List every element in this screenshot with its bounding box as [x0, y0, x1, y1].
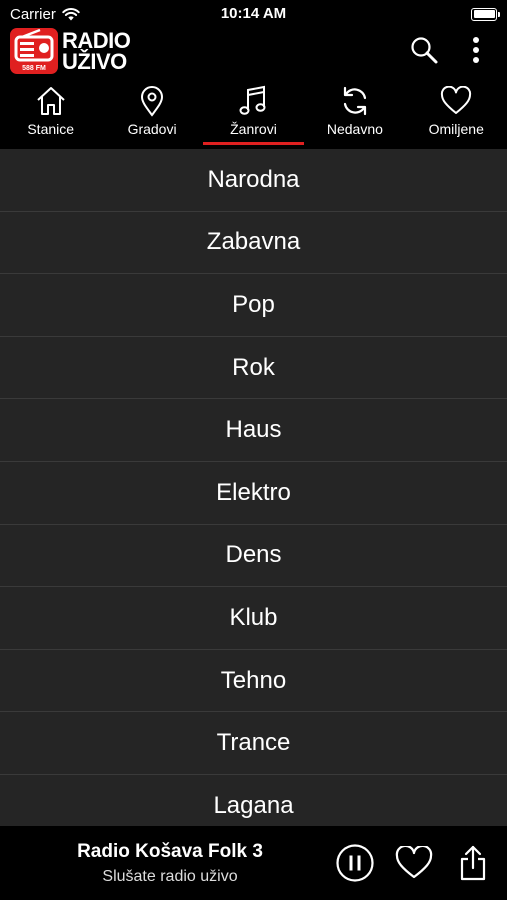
genre-item[interactable]: Dens [0, 525, 507, 588]
logo-line2: UŽIVO [62, 49, 127, 74]
logo-text: RADIO UŽIVO [62, 28, 131, 74]
pause-icon [336, 844, 374, 882]
home-icon [37, 87, 65, 115]
genre-item[interactable]: Trance [0, 712, 507, 775]
tab-label: Stanice [27, 121, 75, 137]
genre-item[interactable]: Narodna [0, 149, 507, 212]
share-icon [460, 845, 486, 881]
search-icon [411, 37, 438, 64]
tab-omiljene[interactable]: Omiljene [406, 80, 507, 148]
music-note-icon [239, 85, 266, 115]
tab-label: Omiljene [428, 121, 484, 137]
genre-item[interactable]: Elektro [0, 462, 507, 525]
genre-item[interactable]: Lagana [0, 775, 507, 826]
wifi-icon [62, 7, 80, 20]
genre-item[interactable]: Zabavna [0, 212, 507, 275]
tab-bar: Stanice Gradovi Žanrovi Nedavno Omiljene [0, 80, 507, 148]
tab-gradovi[interactable]: Gradovi [101, 80, 202, 148]
favorite-button[interactable] [393, 842, 435, 884]
status-left: Carrier [10, 6, 80, 23]
genre-item[interactable]: Klub [0, 587, 507, 650]
tab-nedavno[interactable]: Nedavno [304, 80, 405, 148]
heart-icon [395, 846, 433, 879]
now-playing-bar[interactable]: Radio Košava Folk 3 Slušate radio uživo [0, 826, 507, 900]
battery-icon [471, 7, 500, 21]
now-playing-subtitle: Slušate radio uživo [102, 868, 238, 885]
share-button[interactable] [452, 842, 494, 884]
genre-item[interactable]: Haus [0, 399, 507, 462]
active-tab-indicator [202, 142, 305, 145]
app-logo[interactable]: 588 FM RADIO UŽIVO [10, 28, 131, 74]
carrier-label: Carrier [10, 5, 56, 23]
genre-list: Narodna Zabavna Pop Rok Haus Elektro Den… [0, 149, 507, 826]
pause-button[interactable] [334, 842, 376, 884]
location-pin-icon [141, 86, 164, 117]
more-vertical-icon [473, 37, 479, 63]
tab-stanice[interactable]: Stanice [0, 80, 101, 148]
radio-logo-icon: 588 FM [10, 28, 58, 74]
tab-label: Žanrovi [230, 121, 277, 137]
genre-item[interactable]: Tehno [0, 650, 507, 713]
logo-line1: RADIO [62, 28, 131, 53]
more-menu-button[interactable] [458, 32, 494, 68]
tab-label: Nedavno [326, 121, 383, 137]
genre-item[interactable]: Rok [0, 337, 507, 400]
now-playing-station: Radio Košava Folk 3 [77, 841, 263, 862]
genre-item[interactable]: Pop [0, 274, 507, 337]
heart-icon [441, 86, 472, 114]
app-header: 588 FM RADIO UŽIVO [0, 28, 507, 74]
search-button[interactable] [406, 32, 442, 68]
refresh-icon [343, 86, 366, 116]
tab-zanrovi[interactable]: Žanrovi [202, 80, 305, 148]
status-bar: Carrier [0, 0, 507, 28]
logo-badge: 588 FM [22, 65, 46, 72]
tab-label: Gradovi [127, 121, 177, 137]
